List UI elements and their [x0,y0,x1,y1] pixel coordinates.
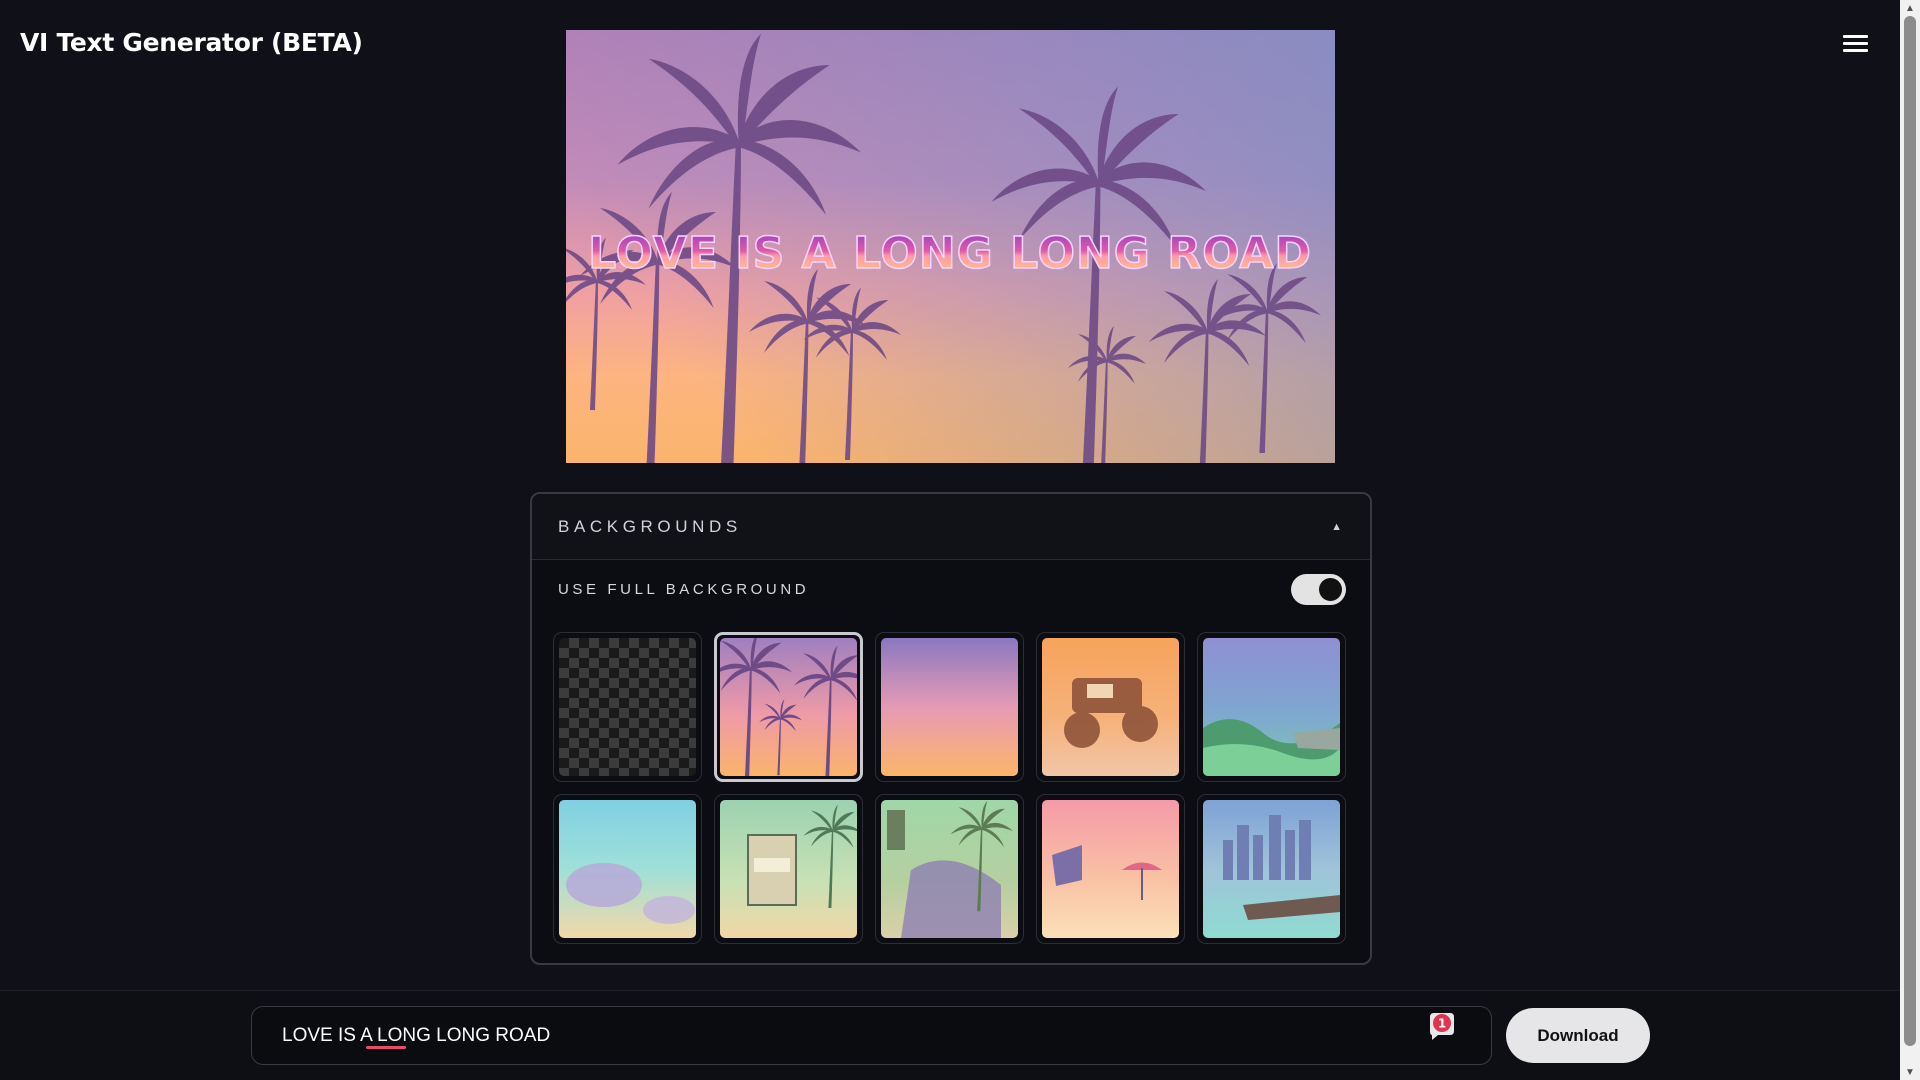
gradient-sunset-thumb [881,638,1018,776]
city-pier-thumb [1203,800,1340,938]
background-tile-gradient-sunset[interactable] [875,632,1024,782]
preview-image: LOVE IS A LONG LONG ROAD [566,30,1335,463]
beach-lifeguard-thumb [1042,800,1179,938]
background-tile-sign-street[interactable] [714,794,863,944]
extension-badge-count: 1 [1438,1017,1446,1031]
extension-badge-icon[interactable]: 1 [1426,1011,1456,1041]
checker-thumb [559,638,696,776]
preview-headline: LOVE IS A LONG LONG ROAD [588,228,1312,279]
sign-street-thumb [720,800,857,938]
background-tile-jungle-lake[interactable] [1197,632,1346,782]
background-tile-beach-lifeguard[interactable] [1036,794,1185,944]
background-tile-transparent[interactable] [553,632,702,782]
full-background-row: USE FULL BACKGROUND [532,564,1370,614]
background-tile-city-pier[interactable] [1197,794,1346,944]
full-background-label: USE FULL BACKGROUND [558,580,810,598]
scrollbar-thumb[interactable] [1904,16,1916,1046]
download-button[interactable]: Download [1506,1008,1650,1063]
app-title: VI Text Generator (BETA) [20,28,363,57]
background-tile-motel-palms[interactable] [875,794,1024,944]
monster-truck-thumb [1042,638,1179,776]
backgrounds-panel: BACKGROUNDS ▲ USE FULL BACKGROUND [530,492,1372,965]
backgrounds-title: BACKGROUNDS [558,516,742,536]
beach-shell-thumb [559,800,696,938]
palm-sunset-thumb [720,638,857,776]
background-tile-monster-truck[interactable] [1036,632,1185,782]
headline-text-input[interactable]: LOVE IS A LONG LONG ROAD [251,1006,1492,1065]
background-tile-palm-sunset[interactable] [714,632,863,782]
scroll-up-arrow-icon[interactable]: ▲ [1900,0,1920,16]
jungle-lake-thumb [1203,638,1340,776]
caret-up-icon[interactable]: ▲ [1331,521,1342,533]
hamburger-menu-icon[interactable] [1840,30,1871,56]
page-scrollbar[interactable]: ▲ ▼ [1900,0,1920,1080]
scroll-down-arrow-icon[interactable]: ▼ [1900,1064,1920,1080]
motel-palms-thumb [881,800,1018,938]
background-tile-beach-shell[interactable] [553,794,702,944]
full-background-toggle[interactable] [1291,573,1346,605]
backgrounds-header[interactable]: BACKGROUNDS ▲ [532,494,1370,560]
toggle-knob [1319,577,1342,601]
background-grid [553,632,1354,944]
preview-canvas: LOVE IS A LONG LONG ROAD [566,30,1335,463]
spellcheck-underline [366,1046,406,1049]
